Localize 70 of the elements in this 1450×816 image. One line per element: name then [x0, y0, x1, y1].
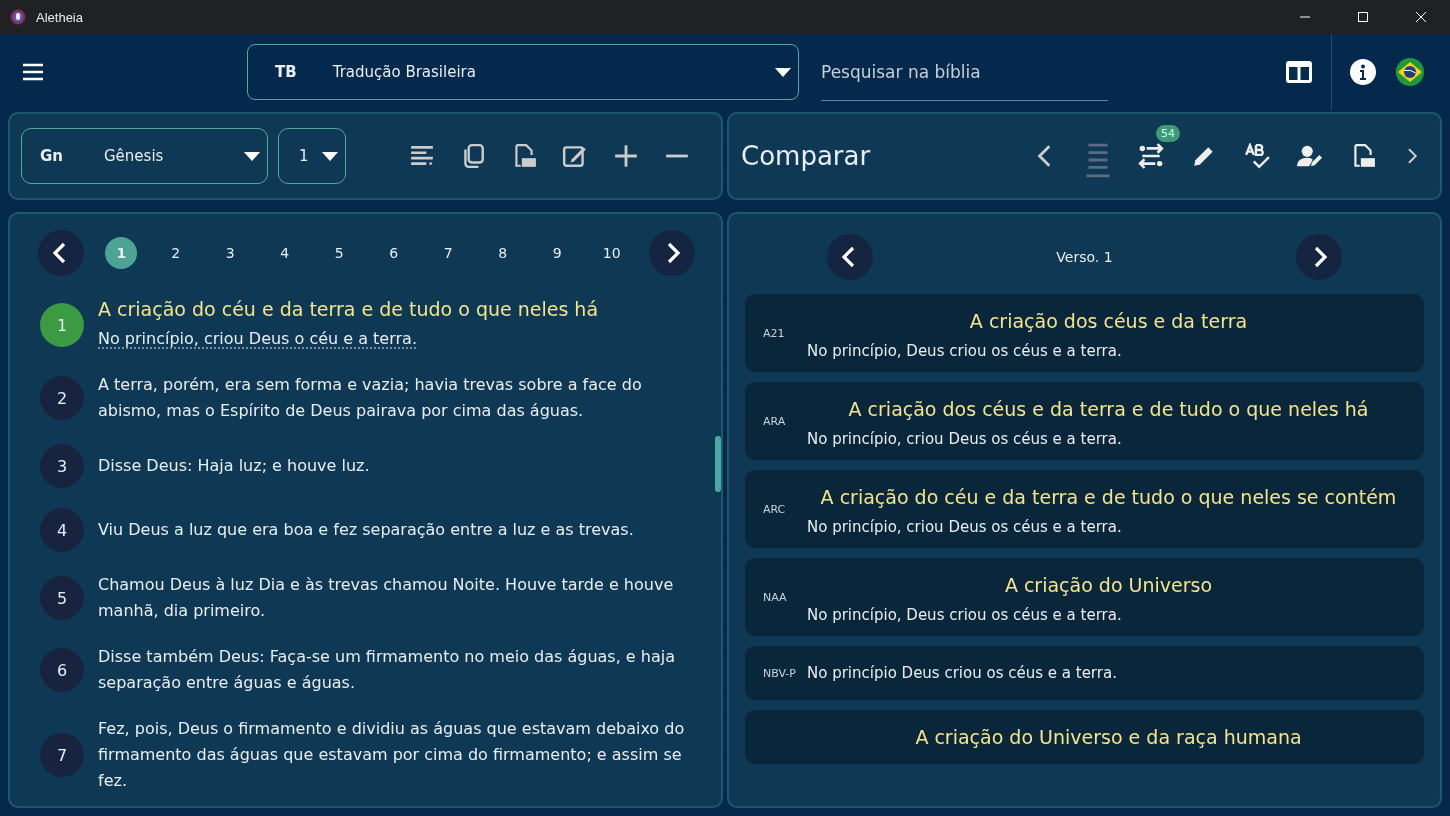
chapter-tab[interactable]: 10 — [595, 237, 628, 269]
book-name: Gênesis — [104, 147, 164, 165]
close-icon[interactable] — [1415, 11, 1427, 23]
chapter-tab[interactable]: 6 — [377, 237, 410, 269]
verse-text[interactable]: Viu Deus a luz que era boa e fez separação entre a luz e as trevas. — [98, 517, 634, 543]
version-label: ARA — [763, 414, 787, 428]
verse-text[interactable]: Disse também Deus: Faça-se um firmamento no meio das águas, e haja separação entre águas e águas. — [98, 644, 695, 696]
verse-text: No princípio Deus criou os céus e a terra. — [807, 663, 1118, 684]
previous-button[interactable] — [827, 234, 873, 280]
columns-icon[interactable] — [1285, 58, 1313, 86]
next-button[interactable] — [1296, 234, 1342, 280]
section-heading: A criação do céu e da terra e de tudo o que neles há — [98, 298, 599, 320]
book-abbreviation: Gn — [40, 147, 64, 165]
translation-code: TB — [275, 63, 297, 81]
section-heading: A criação dos céus e da terra — [968, 309, 1249, 334]
version-label: NBV-P — [763, 666, 797, 680]
plus-icon[interactable] — [613, 143, 639, 169]
user-edit-icon[interactable] — [1297, 143, 1323, 169]
verse-text[interactable]: Disse Deus: Haja luz; e houve luz. — [98, 453, 370, 479]
book-dropdown[interactable]: Gn Gênesis — [21, 128, 268, 184]
translation-dropdown[interactable]: TB Tradução Brasileira — [247, 44, 799, 100]
app-logo-icon — [10, 9, 26, 25]
chapter-tab[interactable]: 4 — [268, 237, 301, 269]
translation-name: Tradução Brasileira — [332, 63, 476, 81]
search-field[interactable]: Pesquisar na bíblia — [821, 43, 1108, 101]
verse-number[interactable]: 4 — [40, 508, 84, 552]
chapter-dropdown[interactable]: 1 — [278, 128, 346, 184]
caret-icon — [774, 66, 792, 78]
edit-icon[interactable] — [562, 143, 588, 169]
version-label: ARC — [763, 502, 787, 516]
section-heading: A criação do céu e da terra e de tudo o que neles se contém — [819, 485, 1398, 510]
chapter-tab[interactable]: 2 — [159, 237, 192, 269]
flag-icon[interactable] — [1395, 57, 1425, 87]
verse-text: No princípio, criou Deus os céus e a terra. — [807, 430, 1123, 448]
verse-text: No princípio, Deus criou os céus e a terra. — [807, 606, 1123, 624]
section-heading: A criação dos céus e da terra e de tudo o que neles há — [847, 397, 1370, 422]
verse-text[interactable]: A terra, porém, era sem forma e vazia; havia trevas sobre a face do abismo, mas o Espírito de Deus pairava por cima das águas. — [98, 372, 695, 424]
scrollbar-thumb[interactable] — [715, 436, 721, 492]
caret-icon — [321, 150, 339, 162]
verse-text[interactable]: No princípio, criou Deus o céu e a terra. — [98, 326, 599, 352]
verse-label: Verso. 1 — [1056, 249, 1113, 265]
verse-number[interactable]: 2 — [40, 376, 84, 420]
version-label: NAA — [763, 590, 788, 604]
verse-number[interactable]: 6 — [40, 648, 84, 692]
spellcheck-icon[interactable] — [1244, 143, 1270, 169]
caret-icon — [243, 150, 261, 162]
verse-number[interactable]: 3 — [40, 444, 84, 488]
window-title: Aletheia — [36, 9, 83, 25]
verse-number[interactable]: 5 — [40, 576, 84, 620]
verse-number[interactable]: 7 — [40, 733, 84, 777]
chapter-number: 1 — [299, 147, 309, 165]
chapter-tab[interactable]: 8 — [486, 237, 519, 269]
verse-text: No princípio, criou Deus os céus e a terra. — [807, 518, 1123, 536]
verse-text[interactable]: Fez, pois, Deus o firmamento e dividiu as águas que estavam debaixo do firmamento das águas que estavam por cima do firmamento; e assim se fez. — [98, 716, 695, 794]
count-badge: 54 — [1156, 125, 1180, 142]
swap-icon[interactable] — [1138, 143, 1164, 169]
chapter-tab[interactable]: 7 — [432, 237, 465, 269]
version-label: A21 — [763, 326, 786, 340]
section-heading: A criação do Universo e da raça humana — [914, 725, 1303, 750]
maximize-icon[interactable] — [1357, 11, 1369, 23]
verse-text: No princípio, Deus criou os céus e a terra. — [807, 342, 1123, 360]
previous-button[interactable] — [38, 230, 84, 276]
info-icon[interactable] — [1349, 58, 1377, 86]
chapter-tab[interactable]: 5 — [323, 237, 356, 269]
compare-title: Comparar — [741, 141, 871, 171]
verse-text[interactable]: Chamou Deus à luz Dia e às trevas chamou Noite. Houve tarde e houve manhã, dia primeiro. — [98, 572, 695, 624]
next-button[interactable] — [649, 230, 695, 276]
chapter-tab[interactable]: 3 — [214, 237, 247, 269]
section-heading: A criação do Universo — [1003, 573, 1214, 598]
chapter-tab[interactable]: 9 — [541, 237, 574, 269]
